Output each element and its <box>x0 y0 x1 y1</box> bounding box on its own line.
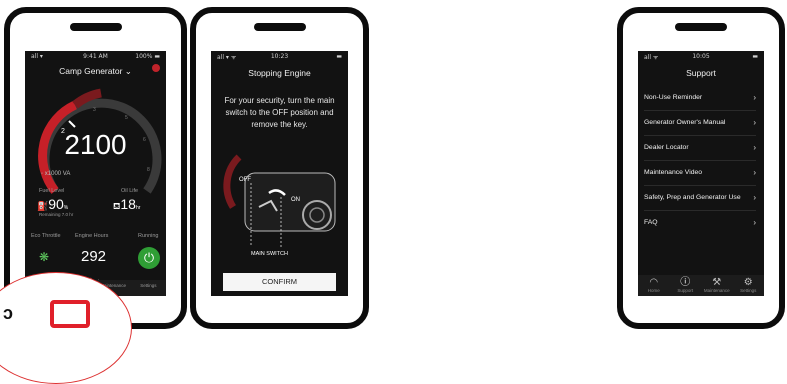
chevron-right-icon: › <box>753 193 756 202</box>
menu-item-safety[interactable]: Safety, Prep and Generator Use › <box>644 185 756 211</box>
notification-bell-icon[interactable] <box>152 64 160 72</box>
tab-support[interactable]: ⓘ Support <box>670 275 702 296</box>
gauge-needle <box>68 120 76 128</box>
oil-life-label: Oil Life <box>121 188 139 194</box>
phone-speaker <box>253 23 306 31</box>
battery-indicator: 100% ▬ <box>135 53 160 60</box>
instruction-text: For your security, turn the main switch … <box>224 96 335 129</box>
on-label: ON <box>291 197 300 203</box>
cropped-text: ɔ <box>3 303 14 323</box>
fuel-pump-icon: ⛽ <box>37 201 49 211</box>
info-icon: ⓘ <box>680 277 691 288</box>
confirm-button[interactable]: CONFIRM <box>223 273 336 291</box>
chevron-down-icon: ⌄ <box>124 66 132 76</box>
tab-home[interactable]: ◠ Home <box>638 275 670 296</box>
gear-icon: ⚙ <box>743 277 753 288</box>
menu-item-faq[interactable]: FAQ › <box>644 210 756 235</box>
battery-indicator: ▬ <box>752 53 758 60</box>
phone-speaker <box>69 23 122 31</box>
status-bar: all ▾ 9:41 AM 100% ▬ <box>31 53 160 62</box>
generator-name: Camp Generator <box>59 66 123 76</box>
menu-item-owners-manual[interactable]: Generator Owner's Manual › <box>644 110 756 136</box>
support-screen: all ᯤ 10:05 ▬ Support Non-Use Reminder › … <box>638 51 764 296</box>
chevron-right-icon: › <box>753 143 756 152</box>
clock: 10:23 <box>270 53 289 60</box>
gauge-icon: ◠ <box>649 277 659 288</box>
running-label: Running <box>138 233 159 239</box>
menu-item-non-use-reminder[interactable]: Non-Use Reminder › <box>644 85 756 111</box>
tab-maintenance[interactable]: ⚒ Maintenance <box>701 275 733 296</box>
main-switch-illustration: OFF ON MAIN SWITCH <box>223 154 336 257</box>
main-switch-label: MAIN SWITCH <box>251 251 288 257</box>
oil-life-value: ⛾18hr <box>113 196 141 212</box>
page-title: Stopping Engine <box>248 68 311 78</box>
eco-throttle-label: Eco Throttle <box>31 233 61 239</box>
tab-bar: ◠ Home ⓘ Support ⚒ Maintenance ⚙ Settings <box>638 275 764 296</box>
tab-settings[interactable]: ⚙ Settings <box>733 275 765 296</box>
phone-speaker <box>675 23 727 31</box>
chevron-right-icon: › <box>753 93 756 102</box>
wrench-icon: ⚒ <box>712 277 722 288</box>
status-bar: all ▾ ᯤ 10:23 ▬ <box>217 53 342 62</box>
fuel-level-label: Fuel Level <box>39 188 65 194</box>
chevron-right-icon: › <box>753 168 756 177</box>
engine-hours-label: Engine Hours <box>75 233 109 239</box>
engine-hours-value: 292 <box>81 248 107 265</box>
fuel-level-value: ⛽90% <box>37 196 69 212</box>
document-icon <box>50 300 90 328</box>
dashboard-screen: all ▾ 9:41 AM 100% ▬ Camp Generator ⌄ 2 … <box>25 51 166 296</box>
status-bar: all ᯤ 10:05 ▬ <box>644 53 758 62</box>
gauge-tick: 3 <box>93 107 96 113</box>
gauge-tick: 8 <box>147 167 150 173</box>
menu-item-maintenance-video[interactable]: Maintenance Video › <box>644 160 756 186</box>
chevron-right-icon: › <box>753 218 756 227</box>
phone-support: all ᯤ 10:05 ▬ Support Non-Use Reminder › … <box>617 7 785 329</box>
power-output-value: 2100 <box>64 129 127 160</box>
off-label: OFF <box>239 177 251 183</box>
eco-leaf-icon[interactable]: ❋ <box>39 250 49 264</box>
phone-stopping-engine: all ▾ ᯤ 10:23 ▬ Stopping Engine For your… <box>190 7 369 329</box>
fuel-remaining: Remaining 7.0 hr <box>39 212 74 217</box>
stopping-engine-screen: all ▾ ᯤ 10:23 ▬ Stopping Engine For your… <box>211 51 348 296</box>
page-title: Support <box>686 68 716 78</box>
gauge-tick: 5 <box>125 115 128 121</box>
battery-indicator: ▬ <box>336 53 342 60</box>
chevron-right-icon: › <box>753 118 756 127</box>
menu-item-dealer-locator[interactable]: Dealer Locator › <box>644 135 756 161</box>
power-button-icon[interactable]: ⏻ <box>138 247 160 269</box>
tab-settings[interactable]: Settings <box>131 280 166 296</box>
power-unit-label: ◦ x1000 VA <box>41 171 71 177</box>
clock: 10:05 <box>692 53 710 60</box>
generator-selector[interactable]: Camp Generator ⌄ <box>25 66 166 77</box>
